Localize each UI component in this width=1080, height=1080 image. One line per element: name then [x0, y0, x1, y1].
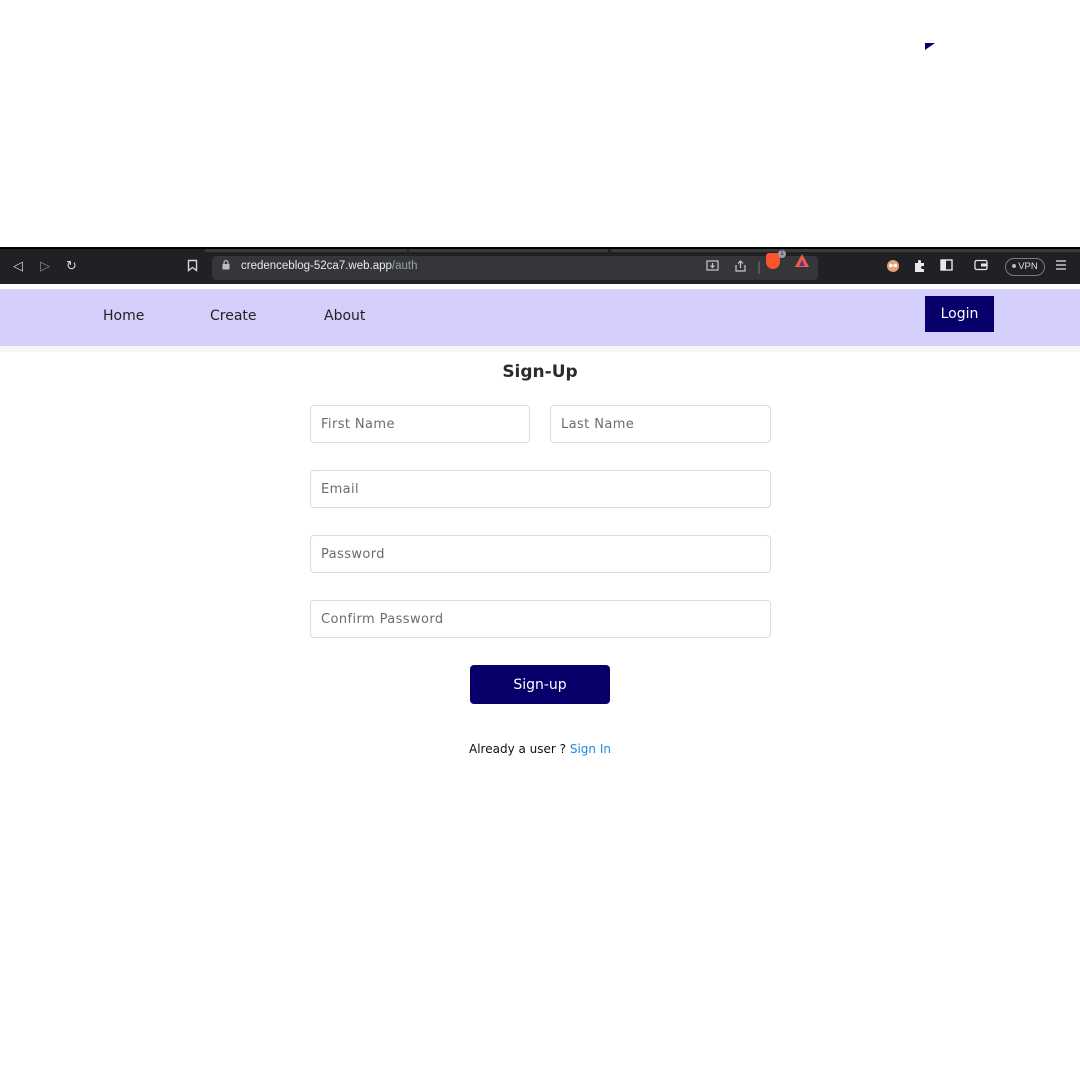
url-text: credenceblog-52ca7.web.app/auth — [241, 260, 417, 272]
share-icon[interactable] — [734, 260, 747, 275]
tab-indicator — [409, 249, 608, 252]
login-button[interactable]: Login — [925, 296, 994, 332]
profile-icon[interactable] — [886, 259, 900, 278]
already-user-label: Already a user ? — [469, 742, 570, 756]
nav-about-link[interactable]: About — [324, 308, 365, 324]
login-button-tail — [925, 43, 935, 50]
tab-indicator — [611, 249, 1080, 252]
brave-rewards-icon-inner — [799, 260, 805, 266]
browser-toolbar: ◁ ▷ ↻ credenceblog-52ca7.web.app/auth | … — [0, 247, 1080, 284]
wallet-icon[interactable] — [974, 259, 988, 276]
already-user-text: Already a user ? Sign In — [0, 742, 1080, 756]
page-title: Sign-Up — [502, 362, 578, 382]
site-navbar: Home Create About Login — [0, 289, 1080, 346]
last-name-field[interactable] — [550, 405, 771, 443]
url-host: credenceblog-52ca7.web.app — [241, 260, 392, 272]
vpn-button[interactable]: VPN — [1005, 258, 1045, 276]
divider: | — [757, 260, 762, 274]
forward-icon[interactable]: ▷ — [40, 259, 50, 275]
tab-indicator — [205, 249, 407, 252]
first-name-field[interactable] — [310, 405, 530, 443]
vpn-status-icon — [1012, 264, 1017, 269]
navbar-shadow — [0, 346, 1080, 352]
nav-create-link[interactable]: Create — [210, 308, 257, 324]
email-field[interactable] — [310, 470, 771, 508]
address-bar[interactable]: credenceblog-52ca7.web.app/auth | — [212, 256, 818, 280]
password-field[interactable] — [310, 535, 771, 573]
shields-count-badge: 1 — [778, 250, 786, 258]
url-path: /auth — [391, 260, 418, 272]
menu-icon[interactable] — [1056, 259, 1066, 276]
back-icon[interactable]: ◁ — [13, 259, 23, 275]
install-app-icon[interactable] — [706, 260, 719, 275]
reload-icon[interactable]: ↻ — [66, 259, 77, 275]
signup-button[interactable]: Sign-up — [470, 665, 610, 704]
vpn-label: VPN — [1018, 261, 1038, 272]
lock-icon — [222, 260, 230, 273]
extensions-icon[interactable] — [913, 259, 927, 278]
confirm-password-field[interactable] — [310, 600, 771, 638]
bookmark-icon[interactable] — [187, 259, 198, 277]
nav-home-link[interactable]: Home — [103, 308, 144, 324]
sign-in-link[interactable]: Sign In — [570, 742, 611, 756]
sidebar-icon[interactable] — [940, 259, 953, 276]
